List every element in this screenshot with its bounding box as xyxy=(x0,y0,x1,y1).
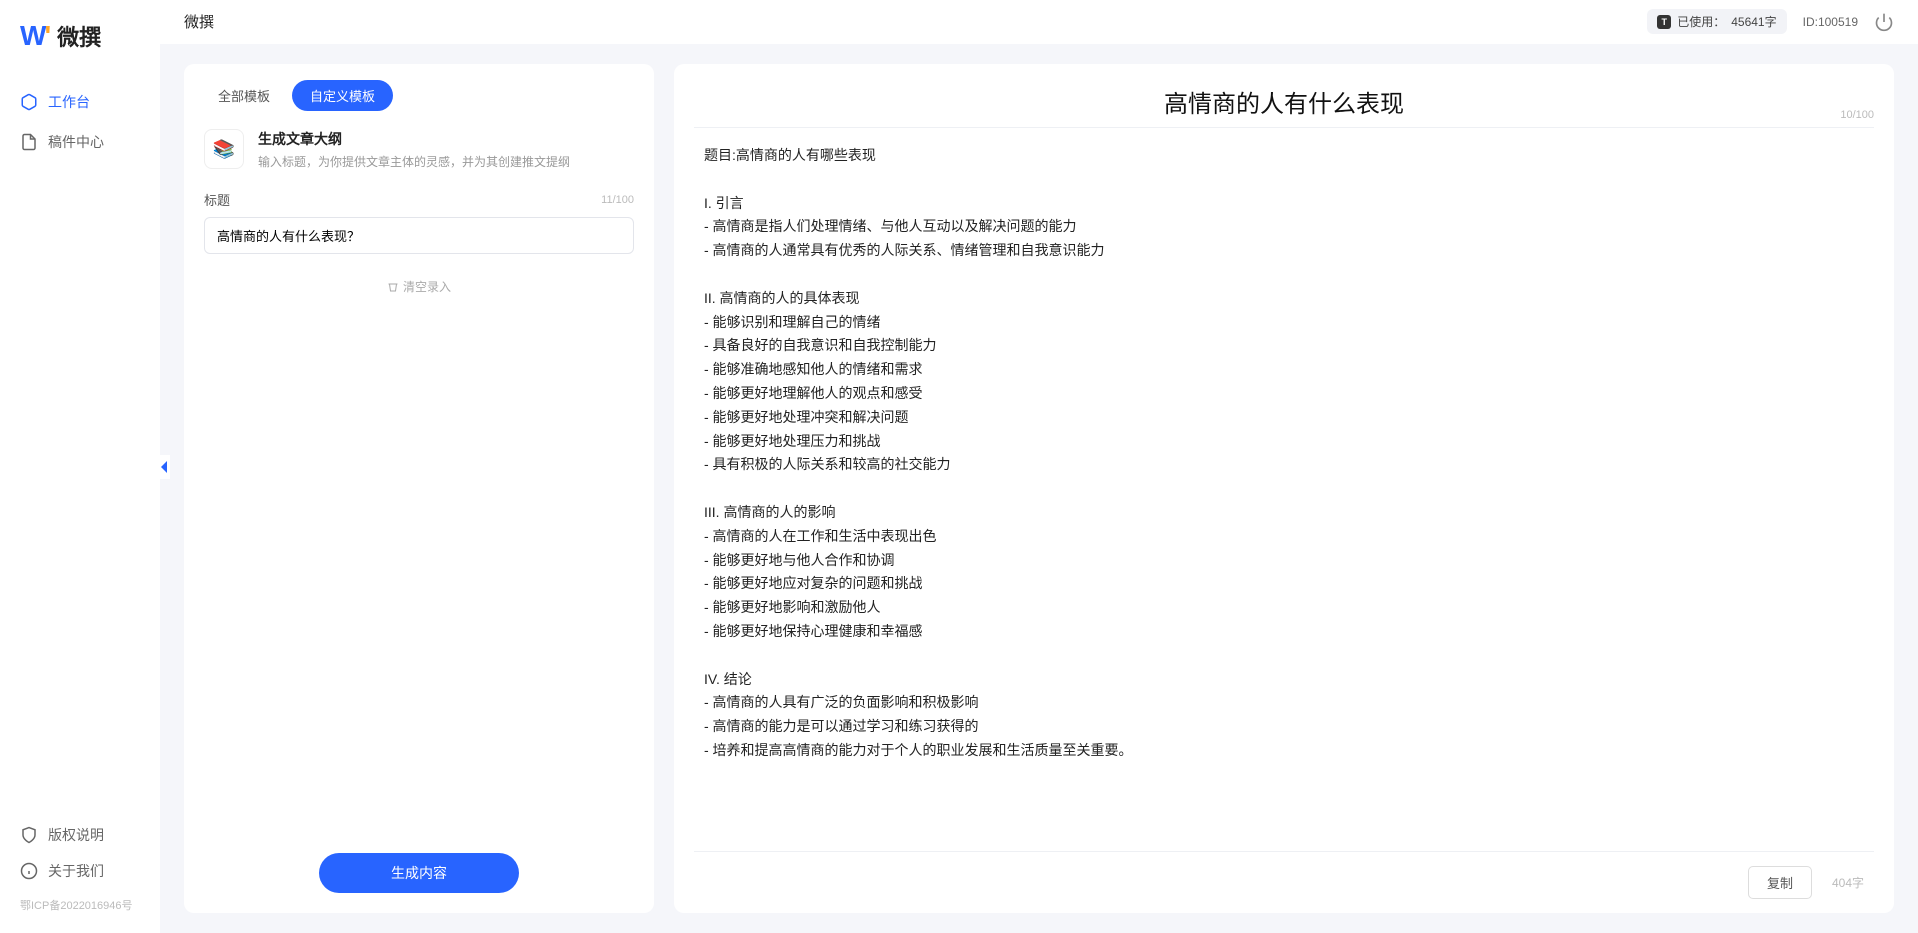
title-char-counter: 11/100 xyxy=(601,194,634,206)
usage-value: 45641字 xyxy=(1731,13,1776,30)
user-id: ID:100519 xyxy=(1803,15,1858,29)
document-icon xyxy=(20,133,38,151)
nav-item-workbench[interactable]: 工作台 xyxy=(0,82,160,122)
clear-input-button[interactable]: 清空录入 xyxy=(387,278,451,295)
nav-item-drafts[interactable]: 稿件中心 xyxy=(0,122,160,162)
copy-button[interactable]: 复制 xyxy=(1748,866,1812,899)
nav-label: 工作台 xyxy=(48,92,90,112)
nav-item-copyright[interactable]: 版权说明 xyxy=(20,817,140,853)
cube-icon xyxy=(20,93,38,111)
tab-all-templates[interactable]: 全部模板 xyxy=(200,80,288,111)
template-card: 📚 生成文章大纲 输入标题，为你提供文章主体的灵感，并为其创建推文提纲 xyxy=(184,111,654,190)
nav: 工作台 稿件中心 xyxy=(0,82,160,817)
output-body[interactable]: 题目:高情商的人有哪些表现 I. 引言 - 高情商是指人们处理情绪、与他人互动以… xyxy=(674,128,1894,851)
topbar: 微撰 T 已使用： 45641字 ID:100519 xyxy=(160,0,1918,44)
power-icon xyxy=(1874,12,1894,32)
nav-item-about[interactable]: 关于我们 xyxy=(20,853,140,889)
usage-label: 已使用： xyxy=(1677,13,1725,30)
chevron-left-icon xyxy=(161,461,169,473)
tab-custom-templates[interactable]: 自定义模板 xyxy=(292,80,393,111)
clear-label: 清空录入 xyxy=(403,278,451,295)
logo: W' 微撰 xyxy=(0,20,160,52)
sidebar: W' 微撰 工作台 稿件中心 版权说明 关于我们 鄂ICP备2022016946… xyxy=(0,0,160,933)
sidebar-bottom: 版权说明 关于我们 xyxy=(0,817,160,889)
output-header: 高情商的人有什么表现 10/100 xyxy=(694,64,1874,128)
info-icon xyxy=(20,862,38,880)
output-title: 高情商的人有什么表现 xyxy=(724,84,1844,119)
template-title: 生成文章大纲 xyxy=(258,129,570,149)
nav-label: 版权说明 xyxy=(48,825,104,845)
shield-icon xyxy=(20,826,38,844)
main: 微撰 T 已使用： 45641字 ID:100519 全部模板 自定义模板 📚 xyxy=(160,0,1918,933)
title-input[interactable] xyxy=(204,217,634,254)
text-count-icon: T xyxy=(1657,15,1671,29)
content-area: 全部模板 自定义模板 📚 生成文章大纲 输入标题，为你提供文章主体的灵感，并为其… xyxy=(160,44,1918,933)
output-panel: 高情商的人有什么表现 10/100 题目:高情商的人有哪些表现 I. 引言 - … xyxy=(674,64,1894,913)
nav-label: 关于我们 xyxy=(48,861,104,881)
form-block: 标题 11/100 清空录入 xyxy=(184,190,654,833)
logo-mark-icon: W' xyxy=(20,20,49,52)
generate-button[interactable]: 生成内容 xyxy=(319,853,519,893)
output-title-counter: 10/100 xyxy=(1840,109,1874,121)
title-field-label: 标题 xyxy=(204,190,230,209)
template-description: 输入标题，为你提供文章主体的灵感，并为其创建推文提纲 xyxy=(258,153,570,170)
template-books-icon: 📚 xyxy=(204,129,244,169)
output-footer: 复制 404字 xyxy=(694,851,1874,913)
sidebar-collapse-handle[interactable] xyxy=(160,455,170,479)
nav-label: 稿件中心 xyxy=(48,132,104,152)
template-tabs: 全部模板 自定义模板 xyxy=(184,64,654,111)
logo-text: 微撰 xyxy=(57,20,101,52)
usage-badge: T 已使用： 45641字 xyxy=(1647,9,1786,34)
output-word-count: 404字 xyxy=(1832,874,1864,891)
icp-text: 鄂ICP备2022016946号 xyxy=(0,889,160,913)
power-button[interactable] xyxy=(1874,12,1894,32)
trash-icon xyxy=(387,281,399,293)
page-title: 微撰 xyxy=(184,11,214,32)
input-panel: 全部模板 自定义模板 📚 生成文章大纲 输入标题，为你提供文章主体的灵感，并为其… xyxy=(184,64,654,913)
